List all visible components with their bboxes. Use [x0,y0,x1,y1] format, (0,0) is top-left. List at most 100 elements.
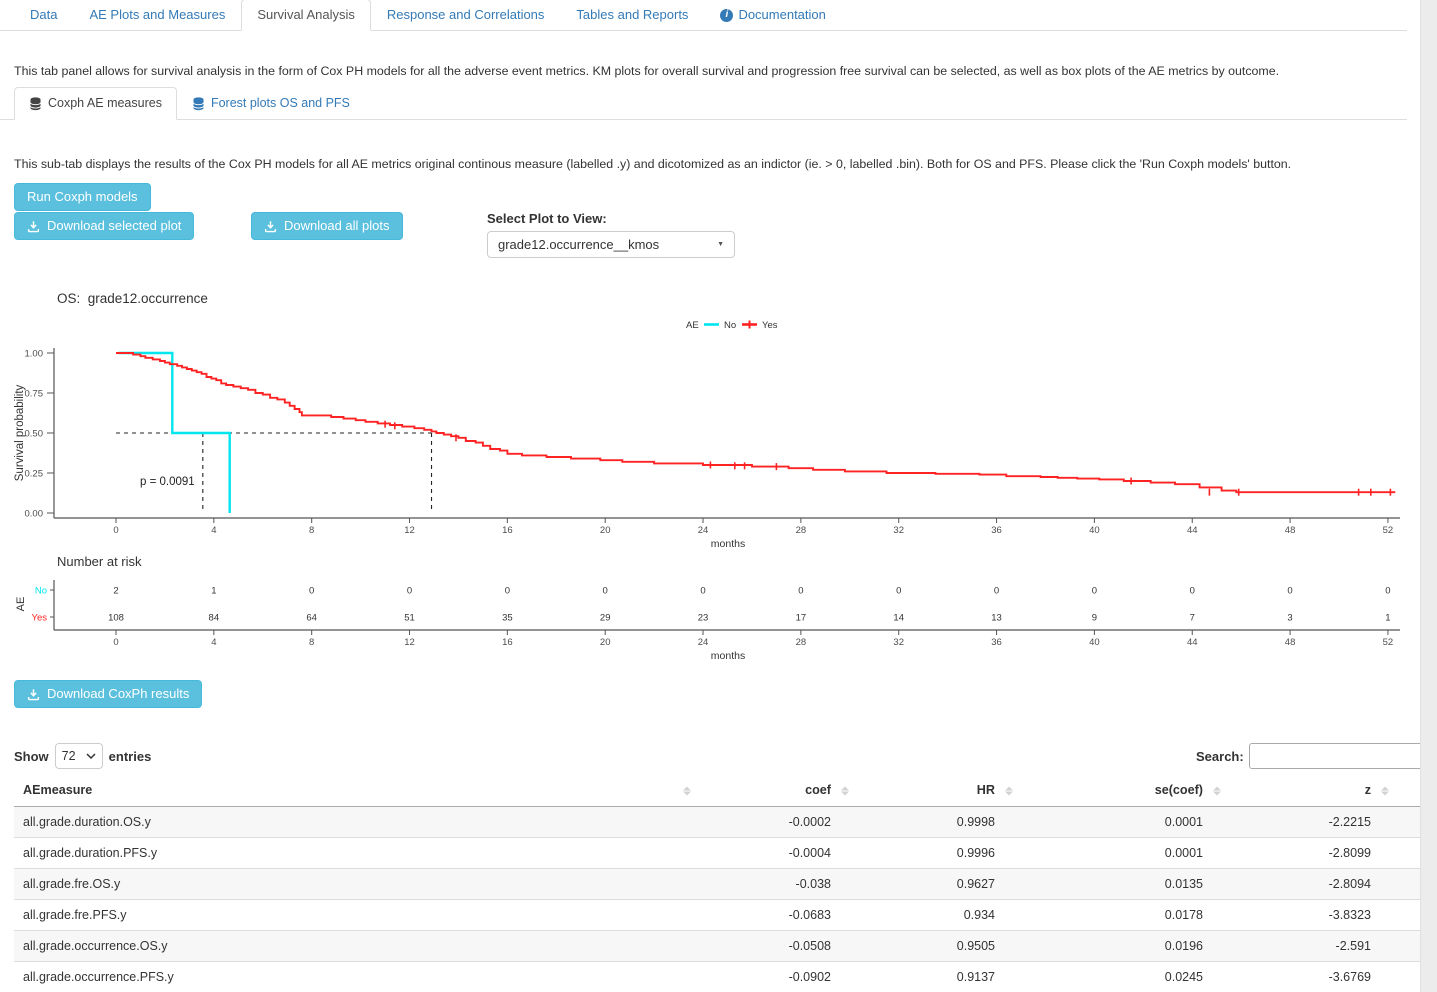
svg-text:0.25: 0.25 [25,469,44,480]
subtab-description: This sub-tab displays the results of the… [14,157,1291,171]
download-icon [27,220,40,233]
table-row[interactable]: all.grade.duration.OS.y-0.00020.99980.00… [14,807,1437,838]
caret-down-icon: ▼ [717,241,724,248]
tab-label: Documentation [738,7,825,23]
coxph-results-table: AEmeasurecoefHRse(coef)zPr(>|z|) all.gra… [14,775,1437,992]
table-row[interactable]: all.grade.fre.OS.y-0.0380.96270.0135-2.8… [14,869,1437,900]
svg-text:0: 0 [603,586,608,597]
svg-text:40: 40 [1089,525,1100,536]
column-header-se-coef[interactable]: se(coef) [1019,775,1227,807]
download-all-plots-button[interactable]: Download all plots [251,212,403,240]
tab-description: This tab panel allows for survival analy… [14,64,1279,78]
svg-text:0: 0 [1190,586,1195,597]
svg-text:35: 35 [502,613,513,624]
svg-text:0: 0 [1287,586,1292,597]
plot-select-dropdown[interactable]: grade12.occurrence__kmos ▼ [487,231,735,258]
svg-text:0: 0 [407,586,412,597]
download-icon [27,688,40,701]
entries-select-value: 72 [62,749,76,763]
cell-se-coef: 0.0001 [1019,807,1227,838]
svg-text:48: 48 [1285,637,1296,648]
svg-text:16: 16 [502,525,513,536]
svg-text:44: 44 [1187,525,1198,536]
subtab-label: Coxph AE measures [48,96,162,111]
download-selected-plot-button[interactable]: Download selected plot [14,212,194,240]
svg-text:Number at risk: Number at risk [57,554,142,569]
svg-text:12: 12 [404,637,415,648]
table-row[interactable]: all.grade.occurrence.OS.y-0.05080.95050.… [14,931,1437,962]
tab-data[interactable]: Data [14,0,73,31]
svg-text:1: 1 [211,586,216,597]
select-plot-label: Select Plot to View: [487,211,607,226]
svg-text:48: 48 [1285,525,1296,536]
cell-z: -3.8323 [1227,900,1395,931]
svg-text:0: 0 [798,586,803,597]
column-header-label: se(coef) [1155,783,1203,797]
database-icon [29,97,42,111]
column-header-hr[interactable]: HR [855,775,1019,807]
table-row[interactable]: all.grade.duration.PFS.y-0.00040.99960.0… [14,838,1437,869]
plot-select-value: grade12.occurrence__kmos [498,237,659,252]
download-all-plots-label: Download all plots [284,218,390,234]
table-body: all.grade.duration.OS.y-0.00020.99980.00… [14,807,1437,992]
svg-text:8: 8 [309,525,314,536]
column-header-aemeasure[interactable]: AEmeasure [14,775,697,807]
sort-icon [841,786,849,795]
svg-text:24: 24 [698,637,709,648]
cell-coef: -0.0902 [697,962,855,992]
main-tab-bar: DataAE Plots and Measures Survival Analys… [0,0,1407,31]
cell-coef: -0.0508 [697,931,855,962]
column-header-z[interactable]: z [1227,775,1395,807]
subtab-forest-plots-os-and-pfs[interactable]: Forest plots OS and PFS [177,87,365,120]
run-coxph-models-button[interactable]: Run Coxph models [14,183,151,211]
cell-aemeasure: all.grade.duration.OS.y [14,807,697,838]
cell-hr: 0.9996 [855,838,1019,869]
entries-select[interactable]: 72 [55,743,103,769]
column-header-label: z [1365,783,1371,797]
tab-label: Survival Analysis [257,7,355,23]
table-row[interactable]: all.grade.occurrence.PFS.y-0.09020.91370… [14,962,1437,992]
cell-aemeasure: all.grade.fre.PFS.y [14,900,697,931]
cell-coef: -0.038 [697,869,855,900]
table-search-control: Search: [1196,743,1426,769]
search-input[interactable] [1249,743,1426,769]
cell-aemeasure: all.grade.occurrence.OS.y [14,931,697,962]
svg-text:9: 9 [1092,613,1097,624]
svg-text:32: 32 [893,637,904,648]
scrollbar[interactable] [1420,0,1437,992]
svg-text:52: 52 [1383,637,1394,648]
svg-text:20: 20 [600,637,611,648]
svg-text:51: 51 [404,613,415,624]
svg-text:13: 13 [991,613,1002,624]
search-label: Search: [1196,749,1244,764]
download-coxph-results-button[interactable]: Download CoxPh results [14,680,202,708]
svg-text:0: 0 [1092,586,1097,597]
cell-aemeasure: all.grade.occurrence.PFS.y [14,962,697,992]
svg-text:0: 0 [1385,586,1390,597]
cell-aemeasure: all.grade.fre.OS.y [14,869,697,900]
info-icon: i [720,9,733,22]
tab-tables-and-reports[interactable]: Tables and Reports [560,0,704,31]
cell-hr: 0.9627 [855,869,1019,900]
tab-ae-plots-and-measures[interactable]: AE Plots and Measures [73,0,241,31]
svg-text:2: 2 [113,586,118,597]
svg-text:20: 20 [600,525,611,536]
cell-se-coef: 0.0245 [1019,962,1227,992]
column-header-coef[interactable]: coef [697,775,855,807]
subtab-coxph-ae-measures[interactable]: Coxph AE measures [14,87,177,120]
svg-text:0: 0 [113,525,118,536]
cell-z: -2.8094 [1227,869,1395,900]
svg-text:1: 1 [1385,613,1390,624]
svg-text:0: 0 [700,586,705,597]
download-icon [264,220,277,233]
svg-text:4: 4 [211,525,216,536]
tab-response-and-correlations[interactable]: Response and Correlations [371,0,561,31]
tab-documentation[interactable]: i Documentation [704,0,841,31]
subtab-label: Forest plots OS and PFS [211,96,350,111]
svg-text:23: 23 [698,613,709,624]
table-row[interactable]: all.grade.fre.PFS.y-0.06830.9340.0178-3.… [14,900,1437,931]
svg-text:0: 0 [309,586,314,597]
tab-survival-analysis[interactable]: Survival Analysis [241,0,371,31]
svg-text:0.75: 0.75 [25,389,44,400]
svg-text:Survival probability: Survival probability [14,384,26,481]
